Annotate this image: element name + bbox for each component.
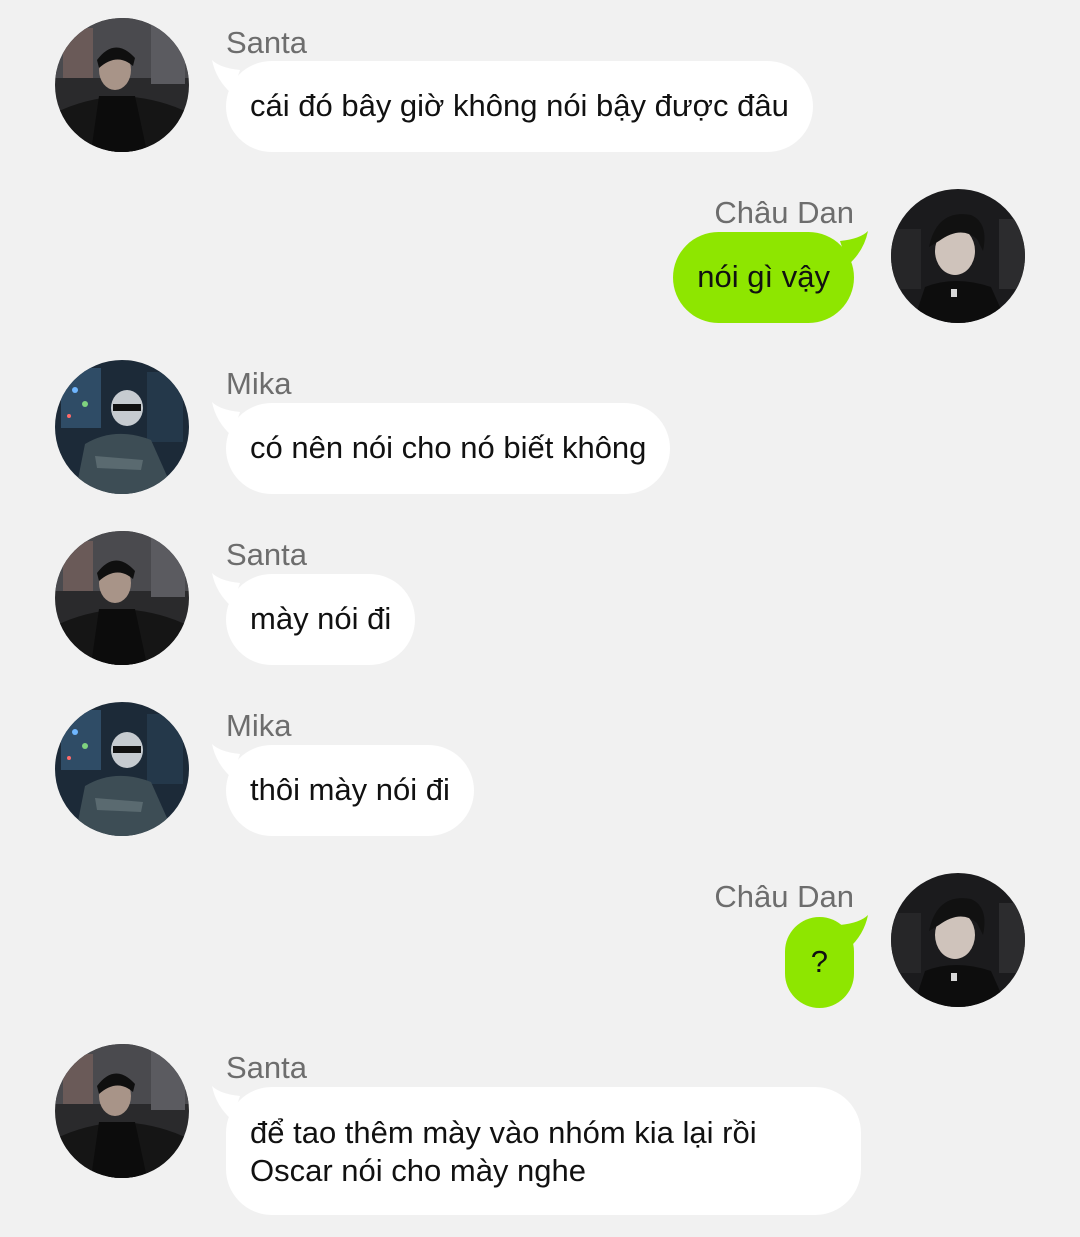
santa-avatar-image	[55, 1044, 189, 1178]
chau-dan-avatar-image	[891, 873, 1025, 1007]
mika-avatar[interactable]	[55, 360, 189, 494]
santa-avatar[interactable]	[55, 18, 189, 152]
chat-conversation: Santa cái đó bây giờ không nói bậy được …	[0, 0, 1080, 1237]
chau-dan-avatar[interactable]	[891, 189, 1025, 323]
message-bubble[interactable]: thôi mày nói đi	[226, 745, 474, 836]
sender-name: Châu Dan	[714, 879, 854, 914]
chau-dan-avatar-image	[891, 189, 1025, 323]
sender-name: Santa	[226, 25, 308, 60]
sender-name: Mika	[226, 366, 292, 401]
santa-avatar-image	[55, 18, 189, 152]
sender-name: Santa	[226, 1050, 308, 1085]
chau-dan-avatar[interactable]	[891, 873, 1025, 1007]
message-bubble[interactable]: ?	[784, 917, 854, 1008]
sender-name: Châu Dan	[714, 195, 854, 230]
message-bubble[interactable]: mày nói đi	[226, 574, 416, 665]
mika-avatar[interactable]	[55, 702, 189, 836]
sender-name: Mika	[226, 708, 292, 743]
mika-avatar-image	[55, 702, 189, 836]
message-bubble[interactable]: nói gì vậy	[673, 232, 854, 323]
message-bubble[interactable]: cái đó bây giờ không nói bậy được đâu	[226, 61, 813, 152]
santa-avatar[interactable]	[55, 531, 189, 665]
message-bubble[interactable]: để tao thêm mày vào nhóm kia lại rồi Osc…	[226, 1087, 861, 1215]
mika-avatar-image	[55, 360, 189, 494]
sender-name: Santa	[226, 537, 308, 572]
message-bubble[interactable]: có nên nói cho nó biết không	[226, 403, 671, 494]
santa-avatar-image	[55, 531, 189, 665]
santa-avatar[interactable]	[55, 1044, 189, 1178]
